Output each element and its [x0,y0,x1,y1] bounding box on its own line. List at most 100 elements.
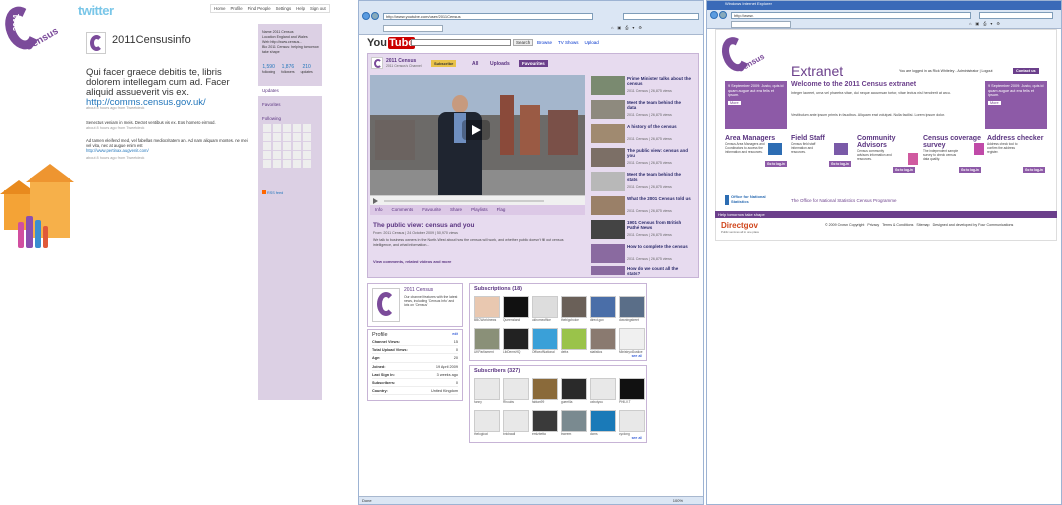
tab-flag[interactable]: Flag [497,207,506,213]
channel-avatar[interactable] [371,57,383,69]
subscriber-item[interactable]: dcms [590,410,619,436]
more-button-right[interactable]: More [988,100,1001,105]
subscriptions-see-all[interactable]: see all [632,354,642,358]
page-menu[interactable]: ▾ [990,21,992,26]
nav-sign-out[interactable]: Sign out [310,6,326,11]
tools-menu[interactable]: ⚙ [638,25,642,30]
address-bar[interactable]: http://www. [731,12,971,19]
back-button[interactable] [362,12,370,20]
ie-tab[interactable] [383,25,443,32]
tweet-3-link[interactable]: http://www.pertinax.augvenit.com/ [86,148,254,153]
tvshows-link[interactable]: TV Shows [558,40,579,45]
subscriber-item[interactable]: funny [474,378,503,404]
forward-button[interactable] [371,12,379,20]
twitter-logo[interactable]: twitter [78,3,114,18]
feeds-icon[interactable]: ▣ [617,25,621,30]
logon-button[interactable]: Go to log-in [765,161,787,167]
subscriber-item[interactable]: PHILV.T [619,378,648,404]
related-video[interactable]: Prime Minister talks about the census 201… [591,75,693,95]
directgov-logo[interactable]: Directgov [721,221,758,230]
subscription-item[interactable]: thebigchoice [561,296,590,322]
subscription-item[interactable]: Queensland [503,296,532,322]
forward-button[interactable] [719,11,727,19]
privacy-link[interactable]: Privacy [867,223,879,227]
browse-link[interactable]: Browse [537,40,552,45]
play-icon[interactable] [462,120,490,140]
back-button[interactable] [710,11,718,19]
tab-uploads[interactable]: Uploads [490,61,510,67]
terms-link[interactable]: Terms & Conditions [882,223,913,227]
view-comments-link[interactable]: View comments, related videos and more [373,259,451,264]
subscription-item[interactable]: direct.gov [590,296,619,322]
print-icon[interactable]: ⎙ [983,21,986,26]
tab-comments[interactable]: Comments [392,207,414,213]
subscriber-item[interactable]: guerrilla [561,378,590,404]
youtube-logo[interactable]: You Tube [367,37,416,49]
nav-help[interactable]: Help [296,6,305,11]
nav-profile[interactable]: Profile [230,6,242,11]
sitemap-link[interactable]: Sitemap [916,223,929,227]
related-video[interactable]: What the 2001 Census told us 2011 Census … [591,195,693,215]
subscription-item[interactable]: MinistryofJustice [619,328,648,354]
nav-settings[interactable]: Settings [276,6,292,11]
youtube-search-input[interactable] [411,39,511,46]
subscribers-see-all[interactable]: see all [632,436,642,440]
video-player[interactable] [370,75,585,195]
subscription-item[interactable]: BBCWorldnews [474,296,503,322]
subscription-item[interactable]: UKParliament [474,328,503,354]
nav-find-people[interactable]: Find People [248,6,271,11]
ons-logo-text[interactable]: Office for National Statistics [731,194,775,204]
tab-favourites[interactable]: Favourites [519,60,548,67]
tab-info[interactable]: Info [375,207,383,213]
subscriber-item[interactable]: Rhoubs [503,378,532,404]
home-icon[interactable]: ⌂ [611,25,613,30]
related-video[interactable]: How to complete the census 2011 Census | … [591,243,693,263]
ie-search-box[interactable] [623,13,699,20]
subscriber-item[interactable]: thelogicat [474,410,503,436]
subscribe-button[interactable]: Subscribe [431,60,457,67]
related-video[interactable]: 1901 Census from British Pathé News 2011 … [591,219,693,239]
tab-all[interactable]: All [472,61,478,67]
tab-updates[interactable]: Updates [258,86,322,96]
logon-button[interactable]: Go to log-in [829,161,851,167]
profile-avatar[interactable] [86,32,106,54]
print-icon[interactable]: ⎙ [625,25,628,30]
logon-button[interactable]: Go to log-in [893,167,915,173]
subscription-item[interactable]: downingstreet [619,296,648,322]
zoom-level[interactable]: 100% [673,498,683,503]
subscriber-item[interactable]: bweem [561,410,590,436]
tab-favourite[interactable]: Favourite [422,207,441,213]
subscriber-item[interactable]: brickwall [503,410,532,436]
contact-us-button[interactable]: Contact us [1013,68,1039,74]
logon-button[interactable]: Go to log-in [959,167,981,173]
home-icon[interactable]: ⌂ [969,21,971,26]
nav-home[interactable]: Home [214,6,225,11]
subscriber-item[interactable]: emlzbetta [532,410,561,436]
search-button[interactable]: Search [513,39,534,46]
address-bar[interactable]: http://www.youtube.com/user/2011Census [383,13,593,20]
rss-link[interactable]: RSS feed [262,190,283,195]
subscription-item[interactable]: statistics [590,328,619,354]
related-video[interactable]: The public view: census and you 2011 Cens… [591,147,693,167]
more-button-left[interactable]: More [728,100,741,105]
video-controls[interactable] [370,195,585,205]
page-menu[interactable]: ▾ [632,25,634,30]
tools-menu[interactable]: ⚙ [996,21,1000,26]
subscription-item[interactable]: OfficeofNational [532,328,561,354]
subscription-item[interactable]: defra [561,328,590,354]
subscriber-item[interactable]: fabian99 [532,378,561,404]
subscriber-item[interactable]: cyclong [619,410,648,436]
upload-link[interactable]: Upload [585,40,599,45]
ie-search-box[interactable] [979,12,1053,19]
feeds-icon[interactable]: ▣ [975,21,979,26]
subscription-item[interactable]: ukhomeoffice [532,296,561,322]
related-video[interactable]: A history of the census 2011 Census | 26,… [591,123,693,143]
related-video[interactable]: Meet the team behind the data 2011 Census… [591,99,693,119]
subscriber-item[interactable]: oxbotyou [590,378,619,404]
tab-playlists[interactable]: Playlists [471,207,488,213]
tab-following[interactable]: Following [262,116,281,121]
tab-share[interactable]: Share [450,207,462,213]
tab-favorites[interactable]: Favorites [262,102,281,107]
related-video[interactable]: How do we count all the stats? [591,265,693,276]
ie-tab[interactable] [731,21,791,28]
